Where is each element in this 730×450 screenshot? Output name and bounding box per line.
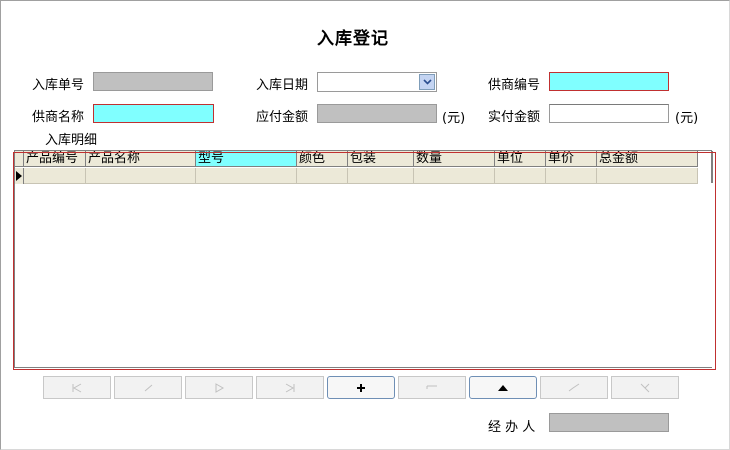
last-button[interactable] [256, 376, 324, 399]
next-record-icon [215, 382, 225, 393]
payable-label: 应付金额 [256, 110, 309, 125]
prev-record-icon [144, 384, 153, 391]
prev-button[interactable] [114, 376, 182, 399]
date-dropdown-button[interactable] [419, 74, 435, 90]
handler-field [549, 413, 669, 432]
save-button[interactable] [540, 376, 608, 399]
paid-field[interactable] [549, 104, 669, 123]
last-record-icon [285, 383, 295, 392]
chevron-down-icon [422, 79, 432, 85]
supplier-name-label: 供商名称 [32, 110, 85, 125]
plus-icon [357, 383, 365, 392]
order-no-label: 入库单号 [32, 78, 85, 93]
close-icon [640, 383, 650, 392]
paid-unit: (元) [675, 111, 699, 126]
detail-label: 入库明细 [45, 133, 98, 148]
check-icon [568, 383, 580, 391]
edit-button[interactable] [469, 376, 537, 399]
cancel-button[interactable] [611, 376, 679, 399]
order-no-field [93, 72, 213, 91]
first-record-icon [72, 383, 82, 392]
date-label: 入库日期 [256, 78, 309, 93]
supplier-name-field[interactable] [93, 104, 214, 123]
handler-label: 经 办 人 [488, 420, 536, 435]
page-title: 入库登记 [317, 29, 389, 49]
first-button[interactable] [43, 376, 111, 399]
caret-up-icon [498, 384, 508, 391]
paid-label: 实付金额 [488, 110, 541, 125]
payable-unit: (元) [442, 111, 466, 126]
next-button[interactable] [185, 376, 253, 399]
grid-focus-outline [13, 152, 716, 370]
supplier-no-field[interactable] [549, 72, 669, 91]
delete-button[interactable] [398, 376, 466, 399]
supplier-no-label: 供商编号 [488, 78, 541, 93]
add-button[interactable] [327, 376, 395, 399]
payable-field [317, 104, 437, 123]
date-picker[interactable] [317, 72, 437, 92]
minus-icon [426, 385, 437, 389]
